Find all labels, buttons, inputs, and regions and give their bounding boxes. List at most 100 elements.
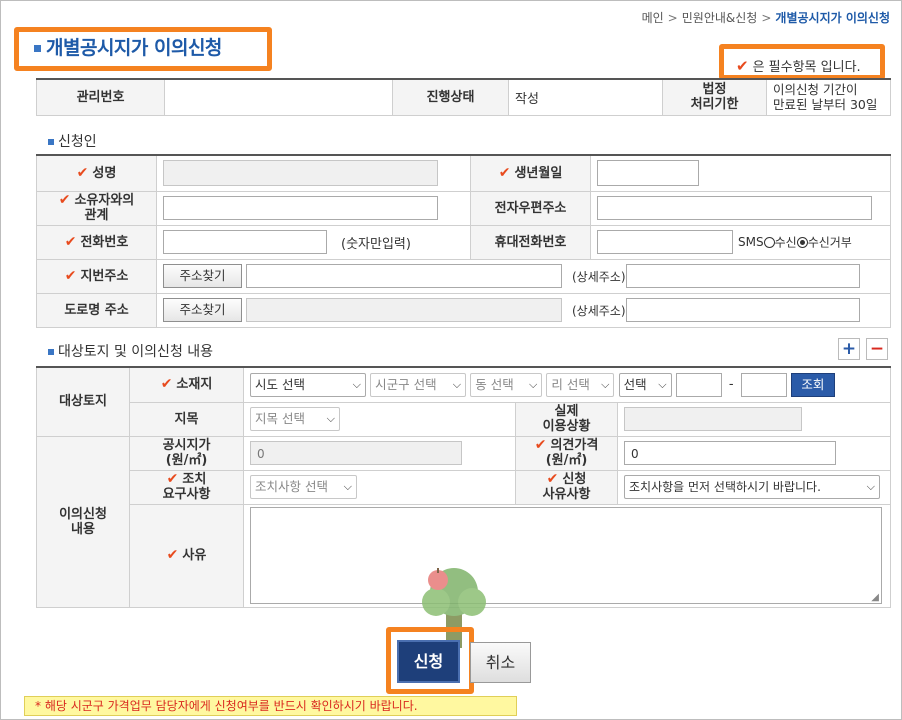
road-address-field[interactable] — [246, 298, 562, 322]
sms-opt-out-label: 수신거부 — [807, 235, 852, 250]
ri-select[interactable]: 리 선택 ⌵ — [546, 372, 615, 397]
birth-cell — [590, 154, 891, 192]
birth-label: ✔ 생년월일 — [470, 154, 591, 192]
name-label-text: 성명 — [92, 165, 117, 181]
name-field[interactable] — [163, 160, 438, 187]
chevron-down-icon: ⌵ — [866, 480, 875, 493]
breadcrumb-section[interactable]: 민원안내&신청 — [682, 11, 758, 25]
breadcrumb-separator: > — [761, 11, 772, 25]
reason-label-text: 사유 — [182, 548, 207, 563]
email-label: 전자우편주소 — [470, 190, 591, 226]
footer-note: * 해당 시군구 가격업무 담당자에게 신청여부를 반드시 확인하시기 바랍니다… — [24, 696, 517, 716]
name-label: ✔ 성명 — [36, 154, 157, 192]
applicant-section-title: 신청인 — [48, 131, 97, 151]
lot-address-field[interactable] — [246, 264, 562, 288]
required-checkmark-icon: ✔ — [64, 267, 77, 284]
required-checkmark-icon: ✔ — [534, 437, 547, 453]
road-find-address-button[interactable]: 주소찾기 — [163, 298, 242, 322]
chevron-down-icon: ⌵ — [326, 412, 335, 425]
objection-label-line2: 내용 — [71, 521, 95, 537]
resize-grip-icon[interactable]: ◢ — [871, 592, 879, 603]
sigungu-select-value: 시군구 선택 — [375, 376, 437, 392]
birth-label-text: 생년월일 — [514, 165, 563, 181]
required-checkmark-icon: ✔ — [546, 471, 559, 487]
action-request-select-value: 조치사항 선택 — [255, 479, 328, 494]
opinion-price-cell: 0 — [616, 435, 892, 471]
submit-button[interactable]: 신청 — [397, 640, 460, 683]
chevron-down-icon: ⌵ — [343, 480, 352, 493]
action-request-label-line2: 요구사항 — [162, 487, 211, 502]
dong-select[interactable]: 동 선택 ⌵ — [470, 372, 543, 397]
bullet-square-icon — [48, 349, 54, 355]
required-checkmark-icon: ✔ — [64, 233, 77, 250]
reason-textarea[interactable]: ◢ — [250, 507, 882, 604]
sms-opt-out-radio[interactable] — [796, 236, 808, 248]
mobile-field[interactable] — [597, 230, 733, 254]
sigungu-select[interactable]: 시군구 선택 ⌵ — [370, 372, 467, 397]
required-checkmark-icon: ✔ — [498, 164, 511, 181]
actual-use-field[interactable] — [624, 407, 802, 431]
sms-label: SMS — [738, 235, 764, 249]
mgmt-no-label: 관리번호 — [36, 78, 165, 116]
jimok-select[interactable]: 지목 선택 ⌵ — [250, 407, 340, 431]
breadcrumb-home[interactable]: 메인 — [642, 11, 664, 25]
sms-opt-in-radio[interactable] — [763, 236, 775, 248]
action-request-cell: 조치사항 선택 ⌵ — [243, 469, 516, 505]
page-title: 개별공시지가 이의신청 — [34, 33, 222, 60]
location-label-text: 소재지 — [176, 377, 213, 393]
deadline-label-line2: 처리기한 — [690, 97, 739, 113]
deadline-label: 법정 처리기한 — [662, 78, 767, 116]
lot-address-label: ✔ 지번주소 — [36, 258, 157, 294]
phone-cell: (숫자만입력) — [156, 224, 471, 260]
jimok-select-value: 지목 선택 — [255, 411, 305, 426]
phone-label: ✔ 전화번호 — [36, 224, 157, 260]
birth-date-field[interactable] — [597, 160, 699, 187]
official-price-field[interactable]: 0 — [250, 441, 462, 465]
action-request-select[interactable]: 조치사항 선택 ⌵ — [250, 475, 357, 499]
dong-select-value: 동 선택 — [475, 376, 514, 392]
sub-lot-number-field[interactable] — [740, 372, 787, 397]
required-checkmark-icon: ✔ — [166, 547, 179, 563]
sido-select[interactable]: 시도 선택 ⌵ — [250, 372, 366, 397]
relation-label-line2: 관계 — [84, 208, 109, 223]
applicant-section-title-text: 신청인 — [58, 134, 97, 150]
mgmt-no-value — [164, 78, 393, 116]
phone-field[interactable] — [163, 230, 327, 254]
lookup-button[interactable]: 조회 — [790, 372, 835, 397]
relation-field[interactable] — [163, 196, 438, 220]
lot-detail-address-label: (상세주소) — [572, 269, 626, 284]
chevron-down-icon: ⌵ — [528, 377, 538, 391]
objection-label: 이의신청 내용 — [36, 435, 130, 608]
page-title-text: 개별공시지가 이의신청 — [46, 37, 222, 59]
remove-row-button[interactable]: − — [866, 338, 888, 360]
reason-cell: ◢ — [242, 503, 892, 608]
lot-detail-address-field[interactable] — [625, 264, 860, 288]
official-price-cell: 0 — [243, 435, 516, 471]
chevron-down-icon: ⌵ — [601, 377, 610, 391]
required-note-text: 은 필수항목 입니다. — [752, 60, 861, 75]
opinion-price-field[interactable]: 0 — [624, 441, 836, 465]
lot-address-label-text: 지번주소 — [80, 268, 129, 284]
sms-opt-in-label: 수신 — [774, 235, 797, 250]
add-row-button[interactable]: + — [838, 338, 860, 360]
deadline-value-line1: 이의신청 기간이 — [773, 82, 858, 98]
reason-label: ✔ 사유 — [129, 503, 244, 608]
deadline-value: 이의신청 기간이 만료된 날부터 30일 — [766, 78, 891, 116]
road-detail-address-label: (상세주소) — [572, 303, 626, 318]
target-section-title: 대상토지 및 이의신청 내용 — [48, 341, 213, 361]
lot-type-select[interactable]: 선택 ⌵ — [618, 372, 672, 397]
lot-address-cell: 주소찾기 (상세주소) — [156, 258, 891, 294]
checkmark-icon: ✔ — [736, 57, 749, 75]
relation-cell — [156, 190, 471, 226]
cancel-button[interactable]: 취소 — [470, 642, 531, 683]
objection-label-line1: 이의신청 — [59, 506, 107, 522]
email-field[interactable] — [597, 196, 872, 220]
lot-find-address-button[interactable]: 주소찾기 — [163, 264, 242, 288]
actual-use-label-line2: 이용상황 — [542, 419, 591, 434]
summary-table: 관리번호 진행상태 작성 법정 처리기한 이의신청 기간이 만료된 날부터 30일 — [36, 78, 891, 116]
reason-category-select[interactable]: 조치사항을 먼저 선택하시기 바랍니다. ⌵ — [624, 475, 880, 499]
target-land-label: 대상토지 — [36, 366, 130, 437]
main-lot-number-field[interactable] — [675, 372, 722, 397]
road-address-cell: 주소찾기 (상세주소) — [156, 292, 891, 328]
road-detail-address-field[interactable] — [625, 298, 860, 322]
